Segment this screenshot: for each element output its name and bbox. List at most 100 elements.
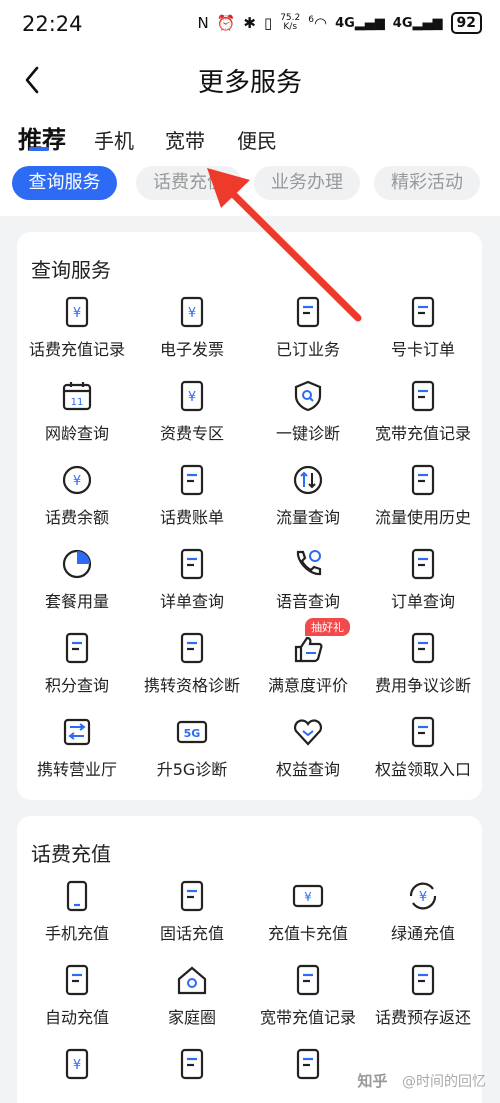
service-item[interactable]: ¥ 资费专区	[134, 378, 250, 444]
service-item[interactable]: 费用争议诊断	[365, 630, 481, 696]
phone-clock-icon	[296, 550, 322, 576]
service-item[interactable]: 权益领取入口	[365, 714, 481, 780]
service-item[interactable]: ¥	[19, 1046, 135, 1088]
service-item-label: 流量查询	[275, 508, 340, 527]
heart-icon	[293, 719, 323, 746]
service-item-label: 话费预存返还	[374, 1008, 471, 1027]
fee-dispute-icon	[411, 632, 435, 664]
service-item[interactable]: ¥ 充值卡充值	[250, 878, 366, 944]
service-item-label: 话费账单	[159, 508, 224, 527]
alarm-icon: ⏰	[216, 14, 236, 32]
tab-convenience[interactable]: 便民	[237, 125, 277, 154]
yen-circle-icon: ¥	[62, 465, 92, 495]
landline-icon	[180, 880, 204, 912]
svg-text:¥: ¥	[73, 306, 81, 321]
chart-phone-icon	[411, 464, 435, 496]
phone-icon	[66, 880, 88, 912]
service-item[interactable]: 11 网龄查询	[19, 378, 135, 444]
nfc-icon: N	[197, 14, 209, 32]
chip-query-service[interactable]: 查询服务	[12, 166, 117, 200]
service-item-label: 电子发票	[159, 340, 224, 359]
signal-icon-1: 4G▂▄▆	[335, 15, 385, 31]
service-item[interactable]: 号卡订单	[365, 294, 481, 360]
service-item[interactable]: 家庭圈	[134, 962, 250, 1028]
service-item[interactable]: 订单查询	[365, 546, 481, 612]
service-item[interactable]: 权益查询	[250, 714, 366, 780]
store-icon	[63, 718, 91, 746]
service-item-label: 费用争议诊断	[374, 676, 471, 695]
bill-router-icon: ¥	[65, 1048, 89, 1080]
service-item[interactable]	[134, 1046, 250, 1088]
service-item[interactable]: 宽带充值记录	[365, 378, 481, 444]
service-item-label: 语音查询	[275, 592, 340, 611]
tab-phone[interactable]: 手机	[94, 125, 134, 154]
service-item[interactable]: 套餐用量	[19, 546, 135, 612]
service-item-label: 充值卡充值	[267, 924, 348, 943]
service-item[interactable]: 固话充值	[134, 878, 250, 944]
svg-text:¥: ¥	[304, 890, 312, 904]
promo-badge: 抽好礼	[305, 618, 350, 636]
wifi-icon: 6◠	[308, 14, 328, 32]
service-item[interactable]: 语音查询	[250, 546, 366, 612]
tariff-icon: ¥	[180, 380, 204, 412]
pie-chart-icon	[62, 549, 92, 579]
phone-transfer-icon	[180, 632, 204, 664]
benefit-doc-icon	[411, 716, 435, 748]
service-item[interactable]: 话费预存返还	[365, 962, 481, 1028]
service-item[interactable]: ¥ 绿通充值	[365, 878, 481, 944]
service-item[interactable]: ¥ 电子发票	[134, 294, 250, 360]
chip-activities[interactable]: 精彩活动	[374, 166, 480, 200]
service-item[interactable]: 流量使用历史	[365, 462, 481, 528]
service-item[interactable]: 手机充值	[19, 878, 135, 944]
service-item[interactable]	[250, 1046, 366, 1088]
service-item-label: 流量使用历史	[374, 508, 471, 527]
tab-broadband[interactable]: 宽带	[165, 125, 205, 154]
service-item-label: 升5G诊断	[156, 760, 228, 779]
broadband-record-icon	[411, 380, 435, 412]
service-item-label: 宽带充值记录	[259, 1008, 356, 1027]
service-item[interactable]: 携转营业厅	[19, 714, 135, 780]
service-item[interactable]: ¥ 话费余额	[19, 462, 135, 528]
service-item-label: 携转营业厅	[36, 760, 117, 779]
service-item[interactable]: 积分查询	[19, 630, 135, 696]
doc-check-icon	[296, 296, 320, 328]
service-item[interactable]: 自动充值	[19, 962, 135, 1028]
service-item[interactable]: ¥ 话费充值记录	[19, 294, 135, 360]
phone-up-icon	[296, 1048, 320, 1080]
chip-business[interactable]: 业务办理	[254, 166, 360, 200]
service-item[interactable]: 已订业务	[250, 294, 366, 360]
service-item[interactable]: 详单查询	[134, 546, 250, 612]
service-item-label: 积分查询	[44, 676, 109, 695]
service-item[interactable]: 流量查询	[250, 462, 366, 528]
receipt-icon: ¥	[180, 296, 204, 328]
svg-text:¥: ¥	[188, 390, 196, 405]
svg-text:11: 11	[71, 397, 84, 408]
service-item[interactable]: 话费账单	[134, 462, 250, 528]
service-item-label: 权益领取入口	[374, 760, 471, 779]
broadband-record-icon	[296, 964, 320, 996]
service-item-label: 资费专区	[159, 424, 224, 443]
service-item[interactable]: 一键诊断	[250, 378, 366, 444]
card-return-icon	[411, 964, 435, 996]
vibrate-icon: ▯	[263, 14, 273, 32]
status-icons: N ⏰ ✱ ▯ 75.2 K/s 6◠ 4G▂▄▆ 4G▂▄▆ 92	[197, 12, 482, 34]
order-search-icon	[411, 548, 435, 580]
service-item-label: 权益查询	[275, 760, 340, 779]
service-item-label: 宽带充值记录	[374, 424, 471, 443]
recharge-title: 话费充值	[31, 842, 111, 866]
card-yen-icon: ¥	[292, 884, 324, 908]
zhihu-logo: 知乎	[357, 1072, 388, 1090]
shield-search-icon	[294, 380, 322, 412]
service-item-label: 网龄查询	[44, 424, 109, 443]
net-speed: 75.2 K/s	[280, 13, 301, 32]
service-item[interactable]: 宽带充值记录	[250, 962, 366, 1028]
signal-icon-2: 4G▂▄▆	[392, 15, 443, 31]
service-item-label: 已订业务	[275, 340, 340, 359]
icon-text: 5G	[184, 727, 201, 740]
service-item[interactable]: 5G 升5G诊断	[134, 714, 250, 780]
service-item-label: 号卡订单	[390, 340, 455, 359]
service-item[interactable]: 携转资格诊断	[134, 630, 250, 696]
service-item[interactable]: 抽好礼 满意度评价	[250, 618, 366, 696]
chip-recharge[interactable]: 话费充值	[136, 166, 242, 200]
tab-bar: 推荐 手机 宽带 便民	[0, 116, 500, 160]
